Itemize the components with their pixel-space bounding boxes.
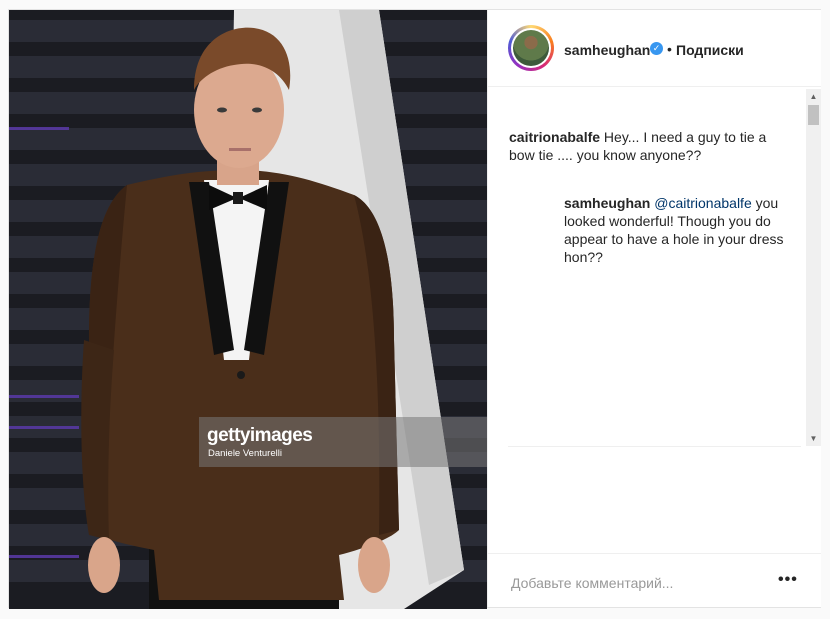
header-separator: • [667,41,672,57]
more-options-icon[interactable]: ••• [778,571,798,589]
following-button[interactable]: Подписки [676,42,744,58]
post-header: samheughan ✓ • Подписки [488,10,821,87]
getty-watermark: gettyimages Daniele Venturelli [199,417,487,467]
verified-badge-icon: ✓ [650,42,663,55]
avatar-image [513,30,549,66]
watermark-brand: gettyimages [207,425,313,446]
scroll-up-arrow-icon[interactable]: ▲ [806,89,821,104]
comment-username[interactable]: caitrionabalfe [509,129,600,145]
add-comment-input[interactable]: Добавьте комментарий... [511,575,673,591]
post-modal: gettyimages Daniele Venturelli samheugha… [8,9,821,609]
watermark-credit: Daniele Venturelli [208,448,282,459]
avatar[interactable] [511,28,551,68]
post-photo[interactable]: gettyimages Daniele Venturelli [9,10,487,609]
reply-username[interactable]: samheughan [564,195,650,211]
avatar-story-ring[interactable] [508,25,554,71]
header-username[interactable]: samheughan [564,42,650,58]
scroll-down-arrow-icon[interactable]: ▼ [806,431,821,446]
reply-mention[interactable]: @caitrionabalfe [654,195,752,211]
comment-reply: samheughan @caitrionabalfe you looked wo… [564,194,789,266]
comments-list[interactable]: caitrionabalfe Hey... I need a guy to ti… [488,87,821,447]
photo-illustration [9,10,487,609]
comments-scrollbar[interactable]: ▲ ▼ [806,89,821,446]
add-comment-bar: Добавьте комментарий... ••• [488,553,821,610]
comments-divider [508,446,801,447]
post-side-panel: samheughan ✓ • Подписки caitrionabalfe H… [487,10,821,607]
comment-item: caitrionabalfe Hey... I need a guy to ti… [509,128,769,164]
scrollbar-thumb[interactable] [808,105,819,125]
